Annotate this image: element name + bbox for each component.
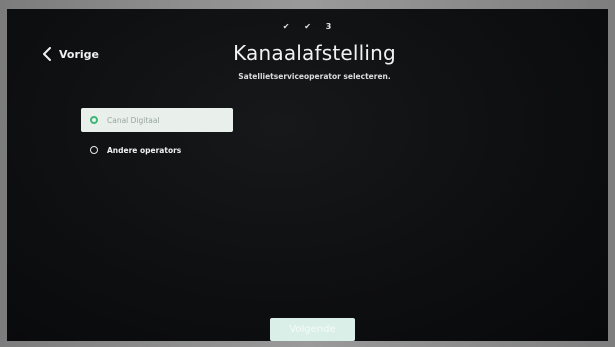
option-label: Andere operators [107, 145, 182, 155]
operator-options: Canal Digitaal Andere operators [81, 108, 233, 168]
step-progress: ✔ ✔ 3 [7, 22, 608, 31]
tv-screen: ✔ ✔ 3 Vorige Kanaalafstelling Satelliets… [7, 9, 608, 341]
option-label: Canal Digitaal [107, 115, 160, 125]
page-title: Kanaalafstelling [233, 41, 396, 65]
radio-unselected-icon [90, 146, 98, 154]
radio-selected-icon [90, 116, 98, 124]
next-button[interactable]: Volgende [270, 318, 355, 341]
page-subtitle: Satellietserviceoperator selecteren. [238, 72, 391, 81]
step-2-check-icon: ✔ [304, 22, 312, 31]
step-3-number: 3 [325, 22, 333, 31]
option-andere-operators[interactable]: Andere operators [81, 138, 233, 162]
option-canal-digitaal[interactable]: Canal Digitaal [81, 108, 233, 132]
step-1-check-icon: ✔ [282, 22, 291, 31]
